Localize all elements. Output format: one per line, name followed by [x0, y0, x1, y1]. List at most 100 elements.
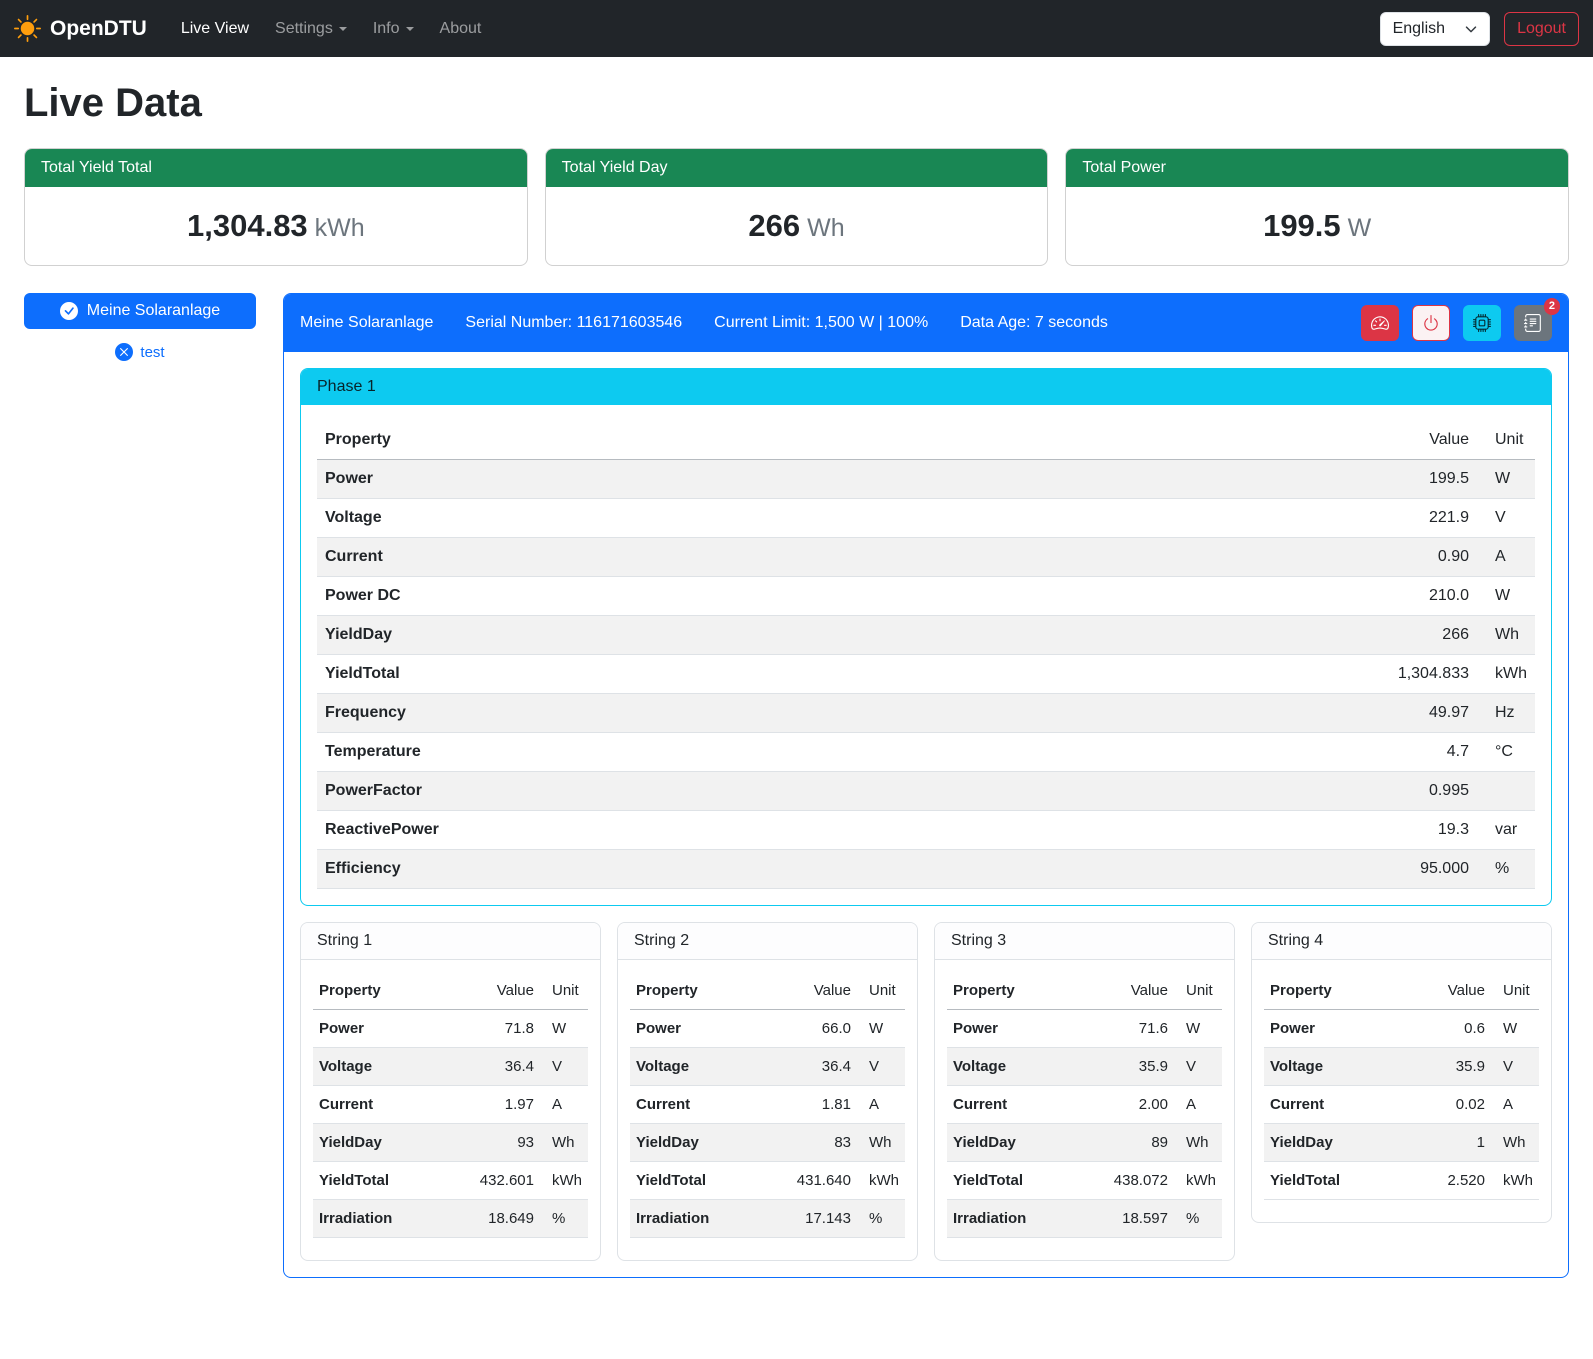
unit-cell: % [540, 1200, 588, 1238]
value-cell: 83 [791, 1124, 857, 1162]
table-row: Irradiation18.597% [947, 1200, 1222, 1238]
logout-button[interactable]: Logout [1504, 12, 1579, 46]
table-row: Power DC210.0W [317, 577, 1535, 616]
property-cell: YieldTotal [313, 1162, 474, 1200]
limit-settings-button[interactable] [1361, 305, 1399, 341]
table-row: Frequency49.97Hz [317, 694, 1535, 733]
table-header-row: Property Value Unit [317, 421, 1535, 460]
string-body: Property Value Unit Power66.0WVoltage36.… [618, 960, 917, 1260]
inverter-link-label: test [140, 344, 164, 361]
value-cell: 266 [1390, 616, 1477, 655]
language-select[interactable]: English [1380, 12, 1490, 46]
navbar-right: English Logout [1380, 12, 1579, 46]
unit-cell: W [857, 1010, 905, 1048]
column-header-unit: Unit [1477, 421, 1535, 460]
value-cell: 221.9 [1390, 499, 1477, 538]
unit-cell: V [857, 1048, 905, 1086]
unit-cell: Wh [1174, 1124, 1222, 1162]
property-cell: Current [317, 538, 1390, 577]
string-table: Property Value Unit Power71.6WVoltage35.… [947, 972, 1222, 1238]
chevron-down-icon [339, 27, 347, 31]
brand-link[interactable]: OpenDTU [14, 15, 147, 42]
table-row: YieldTotal2.520kWh [1264, 1162, 1539, 1200]
unit-cell: A [1477, 538, 1535, 577]
summary-card-body: 266Wh [546, 187, 1048, 265]
property-cell: Frequency [317, 694, 1390, 733]
value-cell: 431.640 [791, 1162, 857, 1200]
string-card-3: String 3 Property Value Unit [934, 922, 1235, 1261]
inverter-button-active[interactable]: Meine Solaranlage [24, 293, 256, 329]
value-cell: 1.97 [474, 1086, 540, 1124]
nav-item-live-view[interactable]: Live View [171, 12, 259, 46]
phase-card: Phase 1 Property Value Unit Power199.5WV… [300, 368, 1552, 906]
summary-card-value: 199.5 [1263, 208, 1341, 243]
column-header-value: Value [1390, 421, 1477, 460]
property-cell: Power [317, 460, 1390, 499]
nav-item-about[interactable]: About [430, 12, 492, 46]
property-cell: Current [630, 1086, 791, 1124]
event-log-button[interactable]: 2 [1514, 305, 1552, 341]
value-cell: 19.3 [1390, 811, 1477, 850]
unit-cell: % [857, 1200, 905, 1238]
table-row: Irradiation18.649% [313, 1200, 588, 1238]
table-row: Voltage35.9V [947, 1048, 1222, 1086]
unit-cell: Wh [1477, 616, 1535, 655]
value-cell: 49.97 [1390, 694, 1477, 733]
nav-item-settings[interactable]: Settings [265, 12, 357, 46]
value-cell: 89 [1108, 1124, 1174, 1162]
table-row: YieldTotal431.640kWh [630, 1162, 905, 1200]
summary-card-value: 1,304.83 [187, 208, 308, 243]
navbar: OpenDTU Live View Settings Info About En… [0, 0, 1593, 57]
table-row: ReactivePower19.3var [317, 811, 1535, 850]
nav-item-info[interactable]: Info [363, 12, 424, 46]
unit-cell: V [540, 1048, 588, 1086]
string-body: Property Value Unit Power71.6WVoltage35.… [935, 960, 1234, 1260]
value-cell: 438.072 [1108, 1162, 1174, 1200]
table-row: Efficiency95.000% [317, 850, 1535, 889]
property-cell: YieldDay [630, 1124, 791, 1162]
unit-cell: kWh [1477, 655, 1535, 694]
inverter-button-inactive[interactable]: test [24, 343, 256, 361]
table-row: Power71.8W [313, 1010, 588, 1048]
property-cell: YieldTotal [630, 1162, 791, 1200]
property-cell: Power [630, 1010, 791, 1048]
summary-row: Total Yield Total 1,304.83kWh Total Yiel… [24, 148, 1569, 266]
strings-row: String 1 Property Value Unit [300, 922, 1552, 1261]
property-cell: Current [947, 1086, 1108, 1124]
unit-cell: Hz [1477, 694, 1535, 733]
value-cell: 36.4 [791, 1048, 857, 1086]
device-info-button[interactable] [1463, 305, 1501, 341]
summary-card-unit: Wh [807, 214, 845, 242]
table-row: YieldDay83Wh [630, 1124, 905, 1162]
table-header-row: Property Value Unit [313, 972, 588, 1010]
column-header-unit: Unit [1491, 972, 1539, 1010]
value-cell: 1.81 [791, 1086, 857, 1124]
string-title: String 4 [1252, 923, 1551, 960]
table-row: YieldDay1Wh [1264, 1124, 1539, 1162]
property-cell: Current [1264, 1086, 1441, 1124]
value-cell: 210.0 [1390, 577, 1477, 616]
value-cell: 199.5 [1390, 460, 1477, 499]
power-settings-button[interactable] [1412, 305, 1450, 341]
column-header-unit: Unit [540, 972, 588, 1010]
table-row: Power199.5W [317, 460, 1535, 499]
unit-cell: % [1477, 850, 1535, 889]
property-cell: Irradiation [313, 1200, 474, 1238]
property-cell: Temperature [317, 733, 1390, 772]
phase-table-body: Power199.5WVoltage221.9VCurrent0.90APowe… [317, 460, 1535, 889]
string-table: Property Value Unit Power71.8WVoltage36.… [313, 972, 588, 1238]
language-select-value: English [1393, 20, 1445, 38]
x-circle-icon [115, 343, 133, 361]
table-row: Temperature4.7°C [317, 733, 1535, 772]
chevron-down-icon [1465, 23, 1477, 35]
sun-icon [14, 15, 41, 42]
value-cell: 95.000 [1390, 850, 1477, 889]
summary-card-total-power: Total Power 199.5W [1065, 148, 1569, 266]
string-table-body: Power0.6WVoltage35.9VCurrent0.02AYieldDa… [1264, 1010, 1539, 1200]
value-cell: 18.649 [474, 1200, 540, 1238]
column-header-property: Property [630, 972, 791, 1010]
string-table: Property Value Unit Power0.6WVoltage35.9… [1264, 972, 1539, 1200]
property-cell: YieldTotal [317, 655, 1390, 694]
unit-cell: W [1477, 460, 1535, 499]
table-row: YieldDay89Wh [947, 1124, 1222, 1162]
